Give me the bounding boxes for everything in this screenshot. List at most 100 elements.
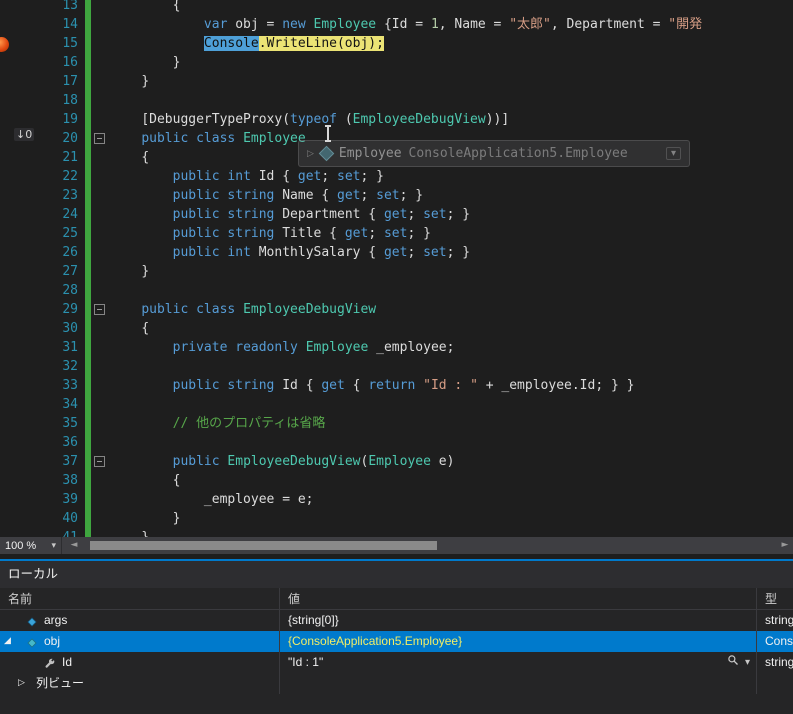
code-token: } [141,264,150,279]
code-token: .WriteLine(obj); [258,36,384,51]
column-header-value[interactable]: 値 [280,588,757,609]
code-line[interactable]: public string Department { get; set; } [110,205,793,224]
code-line[interactable]: { [110,319,793,338]
code-line[interactable]: } [110,72,793,91]
code-token: public [141,302,189,317]
code-token: class [196,131,236,146]
code-token: set [337,169,361,184]
code-line[interactable] [110,281,793,300]
code-token: } [172,511,181,526]
code-token: get [383,245,408,260]
expand-icon[interactable]: ▷ [18,673,25,694]
code-token: , Name = [438,17,510,32]
code-token: ; } [399,188,424,203]
code-line[interactable]: public class EmployeeDebugView [110,300,793,319]
code-token: ; [360,188,377,203]
code-line[interactable]: public int Id { get; set; } [110,167,793,186]
horizontal-scrollbar[interactable]: 100 % ▾ ◄ ► [0,537,793,554]
code-line[interactable] [110,433,793,452]
code-token: private [172,340,228,355]
fold-toggle-icon[interactable] [94,133,105,144]
code-line[interactable]: public string Name { get; set; } [110,186,793,205]
code-token: ; } [446,207,471,222]
locals-row[interactable]: Id "Id : 1" ▾ string [0,652,793,673]
line-number: 24 [62,207,78,222]
fold-toggle-icon[interactable] [94,456,105,467]
code-line[interactable]: public string Title { get; set; } [110,224,793,243]
code-line[interactable]: _employee = e; [110,490,793,509]
code-line[interactable]: } [110,509,793,528]
code-line[interactable]: private readonly Employee _employee; [110,338,793,357]
code-line[interactable]: public int MonthlySalary { get; set; } [110,243,793,262]
code-line[interactable] [110,91,793,110]
code-token: ( [337,112,353,127]
scrollbar-thumb[interactable] [90,541,437,550]
code-line[interactable]: { [110,0,793,15]
code-token: {Id = [376,17,431,32]
magnifier-icon[interactable] [727,652,739,673]
margin-badge[interactable]: ↓0 [14,128,35,141]
line-number: 37 [62,454,78,469]
code-token: ; [321,169,338,184]
code-token: var [203,17,228,32]
code-line[interactable]: var obj = new Employee {Id = 1, Name = "… [110,15,793,34]
line-number: 22 [62,169,78,184]
code-line[interactable] [110,357,793,376]
code-token: set [383,226,408,241]
code-line[interactable]: // 他のプロパティは省略 [110,414,793,433]
value-cell [280,673,757,694]
code-token: [DebuggerTypeProxy( [141,112,291,127]
code-line[interactable]: [DebuggerTypeProxy(typeof (EmployeeDebug… [110,110,793,129]
collapse-icon[interactable]: ◢ [4,631,11,652]
fold-toggle-icon[interactable] [94,304,105,315]
locals-row[interactable]: ◢ obj {ConsoleApplication5.Employee} Cons [0,631,793,652]
line-number: 29 [62,302,78,317]
code-token: public [172,378,220,393]
code-line[interactable]: } [110,528,793,537]
code-line[interactable]: public string Id { get { return "Id : " … [110,376,793,395]
code-line[interactable]: public EmployeeDebugView(Employee e) [110,452,793,471]
fold-margin[interactable] [94,0,110,537]
line-number: 28 [62,283,78,298]
chevron-down-icon[interactable]: ▾ [745,652,750,673]
code-token: string [227,378,275,393]
line-number: 33 [62,378,78,393]
zoom-control[interactable]: 100 % ▾ [0,537,62,554]
scroll-right-icon[interactable]: ► [777,537,793,554]
code-token: get [321,378,345,393]
value-cell: {ConsoleApplication5.Employee} [280,631,757,652]
name-cell: ◢ obj [0,631,280,652]
scroll-left-icon[interactable]: ◄ [66,537,82,554]
chevron-down-icon[interactable]: ▾ [665,147,681,160]
code-token: set [376,188,400,203]
code-line[interactable] [110,395,793,414]
locals-row[interactable]: ▷ 列ビュー [0,673,793,694]
code-token: get [337,188,361,203]
code-token: return [368,378,416,393]
code-lines[interactable]: { var obj = new Employee {Id = 1, Name =… [110,0,793,537]
variable-type: string [765,613,793,627]
code-token: Console [203,36,259,51]
code-line[interactable]: Console.WriteLine(obj); [110,34,793,53]
code-token: new [282,17,306,32]
column-header-type[interactable]: 型 [757,588,793,609]
code-token: readonly [235,340,298,355]
code-token: { [172,473,181,488]
code-token: Id { [274,378,322,393]
code-line[interactable]: } [110,53,793,72]
code-line[interactable]: { [110,471,793,490]
expand-icon: ▷ [307,148,314,159]
code-token: ))] [485,112,510,127]
code-token: MonthlySalary { [250,245,384,260]
variable-type: string [765,655,793,669]
code-token: 1 [430,17,439,32]
code-line[interactable]: } [110,262,793,281]
variable-type [757,673,793,694]
variable-name: 列ビュー [36,676,85,690]
code-editor[interactable]: 13 14 15 16 17 18 19 20 21 22 23 24 25 26 27 28 29 30 31 32… [0,0,793,537]
column-header-name[interactable]: 名前 [0,588,280,609]
chevron-down-icon: ▾ [51,540,56,551]
locals-row[interactable]: args {string[0]} string [0,610,793,631]
code-token: _employee = e; [203,492,314,507]
